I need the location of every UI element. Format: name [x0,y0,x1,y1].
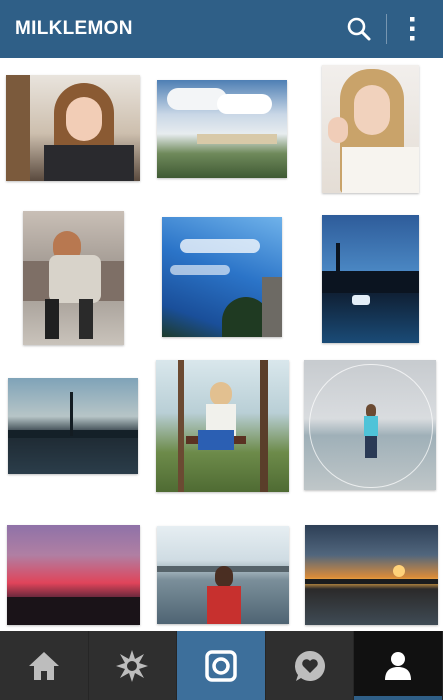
bottom-tab-bar [0,631,443,700]
photo-purple-sunset-city[interactable] [7,525,140,625]
home-tab[interactable] [0,631,89,700]
photo-girl-sitting-bench[interactable] [23,211,124,345]
photo-girl-on-swing[interactable] [156,360,289,492]
photo-blue-sky-trees[interactable] [162,217,282,337]
explore-tab[interactable] [88,631,178,700]
app-bar: MILKLEMON [0,0,443,58]
explore-icon [116,649,149,682]
photo-grid [0,58,443,632]
search-icon [347,17,371,41]
photo-lake-sunset[interactable] [305,525,438,625]
app-title: MILKLEMON [15,18,133,39]
photo-night-harbor[interactable] [322,215,419,343]
overflow-menu-button[interactable] [395,9,429,49]
home-icon [28,651,59,680]
more-vertical-icon [410,17,415,41]
photo-girl-on-beach[interactable] [304,360,436,490]
photo-river-dusk-bridge[interactable] [8,378,138,474]
photo-clouds-landscape[interactable] [157,80,287,178]
profile-icon [385,651,412,680]
activity-tab[interactable] [265,631,355,700]
photo-blonde-selfie[interactable] [322,65,419,193]
profile-tab[interactable] [354,631,443,700]
heart-bubble-icon [294,650,325,681]
camera-tab[interactable] [177,631,266,700]
search-button[interactable] [342,9,376,49]
photo-girl-selfie-window[interactable] [6,75,140,181]
app-bar-divider [386,14,387,44]
photo-girl-by-lake[interactable] [157,526,289,624]
camera-icon [205,649,237,682]
